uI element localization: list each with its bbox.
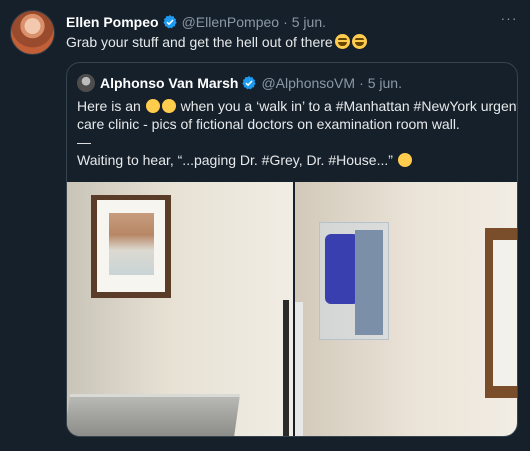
glove-box bbox=[355, 230, 383, 335]
laughing-emoji bbox=[351, 34, 367, 49]
media-image-1[interactable] bbox=[67, 182, 293, 436]
quoted-tweet[interactable]: Alphonso Van Marsh @AlphonsoVM · 5 jun. … bbox=[66, 62, 518, 437]
quoted-line-2: care clinic - pics of fictional doctors … bbox=[77, 116, 460, 132]
author-name[interactable]: Ellen Pompeo bbox=[66, 14, 159, 30]
quoted-line-1: Here is an when you a ‘walk in’ to a #Ma… bbox=[77, 97, 517, 115]
quoted-author-handle[interactable]: @AlphonsoVM bbox=[261, 75, 355, 91]
author-handle[interactable]: @EllenPompeo bbox=[182, 14, 280, 30]
gloves bbox=[325, 234, 359, 304]
quoted-text-part: Here is an bbox=[77, 98, 141, 114]
quoted-tweet-header: Alphonso Van Marsh @AlphonsoVM · 5 jun. bbox=[77, 73, 402, 93]
equipment-pole bbox=[283, 300, 289, 436]
tweet-date[interactable]: 5 jun. bbox=[292, 14, 326, 30]
quoted-author-name[interactable]: Alphonso Van Marsh bbox=[100, 75, 238, 91]
quoted-text-part: when you a ‘walk in’ to a #Manhattan #Ne… bbox=[180, 98, 518, 114]
tweet-text-content: Grab your stuff and get the hell out of … bbox=[66, 34, 333, 50]
cat-emoji bbox=[397, 153, 412, 167]
tweet-header: Ellen Pompeo @EllenPompeo · 5 jun. bbox=[66, 12, 326, 32]
picture-mat bbox=[493, 240, 517, 386]
quoted-avatar[interactable] bbox=[77, 74, 95, 92]
thinking-emoji bbox=[161, 99, 176, 113]
cable bbox=[295, 302, 303, 436]
verified-badge-icon bbox=[162, 15, 177, 29]
quoted-line-3: — bbox=[77, 134, 91, 150]
quoted-tweet-date[interactable]: 5 jun. bbox=[368, 75, 402, 91]
doctor-photo bbox=[109, 213, 154, 275]
media-grid bbox=[67, 182, 517, 436]
quoted-text-part: Waiting to hear, “...paging Dr. #Grey, D… bbox=[77, 152, 393, 168]
metal-tray bbox=[67, 394, 241, 436]
tweet[interactable]: Ellen Pompeo @EllenPompeo · 5 jun. ··· G… bbox=[0, 0, 530, 451]
separator: · bbox=[283, 14, 288, 30]
laughing-emoji bbox=[334, 34, 350, 49]
quoted-line-4: Waiting to hear, “...paging Dr. #Grey, D… bbox=[77, 151, 511, 169]
separator: · bbox=[359, 75, 364, 91]
thinking-emoji bbox=[145, 99, 160, 113]
media-image-2[interactable] bbox=[295, 182, 517, 436]
quoted-tweet-text: Here is an when you a ‘walk in’ to a #Ma… bbox=[77, 97, 517, 169]
verified-badge-icon bbox=[242, 76, 257, 90]
more-options-icon[interactable]: ··· bbox=[498, 10, 520, 26]
avatar[interactable] bbox=[10, 10, 55, 55]
tweet-text: Grab your stuff and get the hell out of … bbox=[66, 33, 367, 51]
